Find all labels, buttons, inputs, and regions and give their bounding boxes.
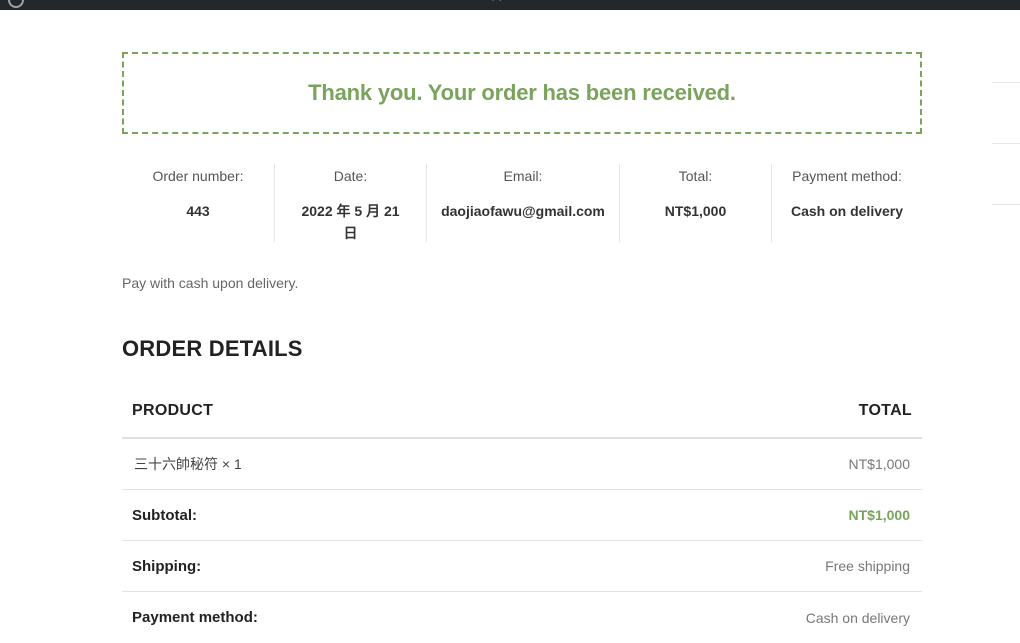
overview-label: Order number: xyxy=(152,168,244,184)
overview-label: Payment method: xyxy=(792,168,902,184)
product-name[interactable]: 三十六帥秘符 xyxy=(134,456,218,472)
subtotal-value: NT$1,000 xyxy=(848,507,910,523)
order-overview: Order number: 443 Date: 2022 年 5 月 21 日 … xyxy=(122,164,922,242)
divider xyxy=(992,82,1020,83)
overview-payment-method: Payment method: Cash on delivery xyxy=(771,164,922,242)
overview-value: 2022 年 5 月 21 日 xyxy=(301,203,400,241)
overview-date: Date: 2022 年 5 月 21 日 xyxy=(274,164,426,242)
order-details-table: PRODUCT TOTAL 三十六帥秘符 × 1 NT$1,000 Subtot… xyxy=(122,385,922,643)
payment-label: Payment method: xyxy=(132,609,258,626)
payment-value: Cash on delivery xyxy=(805,609,910,626)
overview-value: NT$1,000 xyxy=(664,203,727,219)
shipping-row: Shipping: Free shipping xyxy=(122,541,922,592)
column-header-total: TOTAL xyxy=(858,402,912,419)
product-quantity: × 1 xyxy=(221,456,242,472)
overview-label: Total: xyxy=(678,168,713,184)
subtotal-label: Subtotal: xyxy=(132,506,197,524)
notice-message: Thank you. Your order has been received. xyxy=(308,80,736,105)
overview-value: daojiaofawu@gmail.com xyxy=(441,203,605,219)
table-row: 三十六帥秘符 × 1 NT$1,000 xyxy=(122,439,922,490)
product-total: NT$1,000 xyxy=(848,456,910,472)
overview-value: 443 xyxy=(186,203,210,219)
column-header-product: PRODUCT xyxy=(132,402,214,419)
payment-note: Pay with cash upon delivery. xyxy=(122,275,299,291)
overview-order-number: Order number: 443 xyxy=(122,164,274,242)
payment-row: Payment method: Cash on delivery xyxy=(122,592,922,643)
admin-bar: ✕ xyxy=(0,0,1020,10)
divider xyxy=(992,143,1020,144)
overview-label: Date: xyxy=(333,168,368,184)
wordpress-icon[interactable] xyxy=(8,0,24,8)
product-cell: 三十六帥秘符 × 1 xyxy=(132,454,242,474)
overview-value: Cash on delivery xyxy=(790,203,904,219)
overview-total: Total: NT$1,000 xyxy=(619,164,771,242)
close-icon[interactable]: ✕ xyxy=(490,0,503,6)
shipping-label: Shipping: xyxy=(132,557,202,575)
subtotal-row: Subtotal: NT$1,000 xyxy=(122,490,922,541)
shipping-value: Free shipping xyxy=(825,558,910,574)
divider xyxy=(992,204,1020,205)
table-header: PRODUCT TOTAL xyxy=(122,385,922,439)
order-received-notice: Thank you. Your order has been received. xyxy=(122,52,922,134)
order-details-title: ORDER DETAILS xyxy=(122,336,303,361)
overview-label: Email: xyxy=(503,168,543,184)
overview-email: Email: daojiaofawu@gmail.com xyxy=(426,164,619,242)
